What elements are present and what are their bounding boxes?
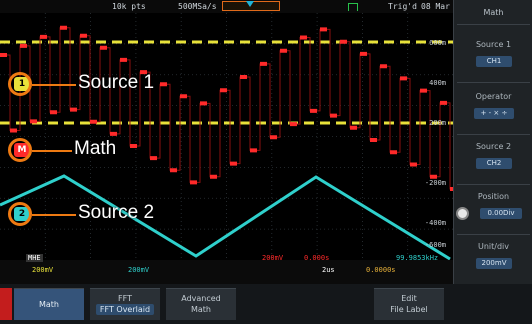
variable-knob-icon <box>456 207 469 220</box>
ch1-scale[interactable]: 200mV <box>32 266 53 274</box>
menu-divider <box>457 184 530 185</box>
math-edges-trace <box>0 27 453 190</box>
math-side-menu: Math Source 1 CH1 Operator + - × ÷ Sourc… <box>453 0 532 294</box>
source1-callout-circle <box>8 72 32 96</box>
fft-softkey-value: FFT Overlaid <box>96 304 154 315</box>
record-length: 10k pts <box>112 2 146 11</box>
ch2-triangle-trace <box>0 174 451 261</box>
scale-label: 200m <box>429 119 446 127</box>
math-position[interactable]: 0.000s <box>304 254 329 262</box>
trigger-status: Trig'd <box>388 2 417 11</box>
position-label: Position <box>477 192 510 201</box>
ch2-scale[interactable]: 200mV <box>128 266 149 274</box>
softkey-accent <box>0 288 12 320</box>
source2-value[interactable]: CH2 <box>476 158 512 169</box>
menu-title: Math <box>483 8 504 17</box>
math-softkey[interactable]: Math <box>14 288 84 320</box>
scale-label: 400m <box>429 79 446 87</box>
edit-softkey-label: Edit <box>401 294 417 303</box>
waveform-display: 600m 400m 200m -200m -400m -600m <box>0 13 453 261</box>
menu-divider <box>457 234 530 235</box>
scale-label: 600m <box>429 39 446 47</box>
source1-value[interactable]: CH1 <box>476 56 512 67</box>
math-softkey-label: Math <box>38 300 59 309</box>
softkey-bar: Math FFT FFT Overlaid Advanced Math Edit… <box>0 284 532 324</box>
oscilloscope-screen: 10k pts 500MSa/s Trig'd 08 Mar 600m 400m 2… <box>0 0 532 324</box>
source2-callout-line <box>32 214 76 216</box>
math-callout-circle <box>8 138 32 162</box>
sample-rate: 500MSa/s <box>178 2 217 11</box>
math-callout-label: Math <box>74 138 117 159</box>
menu-divider <box>457 134 530 135</box>
fft-softkey-label: FFT <box>118 294 132 303</box>
advanced-softkey-sublabel: Math <box>190 305 211 314</box>
source1-callout-line <box>32 84 76 86</box>
graticule-grid <box>0 13 453 260</box>
unitdiv-label: Unit/div <box>477 242 509 251</box>
unitdiv-value[interactable]: 200mV <box>476 258 512 269</box>
operator-label: Operator <box>475 92 512 101</box>
waveform-canvas: 600m 400m 200m -200m -400m -600m <box>0 13 453 261</box>
timebase[interactable]: 2us <box>322 266 335 274</box>
math-trace <box>0 25 453 191</box>
scale-label: -600m <box>425 241 446 249</box>
source1-label: Source 1 <box>475 40 512 49</box>
menu-divider <box>457 24 530 25</box>
source2-label: Source 2 <box>475 142 512 151</box>
source2-callout-circle <box>8 202 32 226</box>
fft-softkey[interactable]: FFT FFT Overlaid <box>90 288 160 320</box>
edit-softkey-sublabel: File Label <box>390 305 428 314</box>
acquire-mode: MHE <box>26 254 43 262</box>
position-value[interactable]: 0.00Div <box>480 208 522 219</box>
source1-callout-label: Source 1 <box>78 72 155 93</box>
scale-label: -400m <box>425 219 446 227</box>
operator-value[interactable]: + - × ÷ <box>474 108 514 119</box>
frequency-readout: 99.9853kHz <box>396 254 439 262</box>
horizontal-position[interactable]: 0.0000s <box>366 266 396 274</box>
advanced-math-softkey[interactable]: Advanced Math <box>166 288 236 320</box>
trigger-position-icon <box>246 1 254 7</box>
date-display: 08 Mar <box>421 2 450 11</box>
advanced-softkey-label: Advanced <box>181 294 221 303</box>
menu-divider <box>457 82 530 83</box>
math-callout-line <box>32 150 72 152</box>
scale-label: -200m <box>425 179 446 187</box>
channel-info-bar: MHE 200mV 200mV 200mV 0.000s 2us 0.0000s… <box>0 254 453 284</box>
trigger-edge-icon <box>348 3 358 11</box>
source2-callout-label: Source 2 <box>78 202 155 223</box>
edit-file-label-softkey[interactable]: Edit File Label <box>374 288 444 320</box>
math-scale[interactable]: 200mV <box>262 254 283 262</box>
